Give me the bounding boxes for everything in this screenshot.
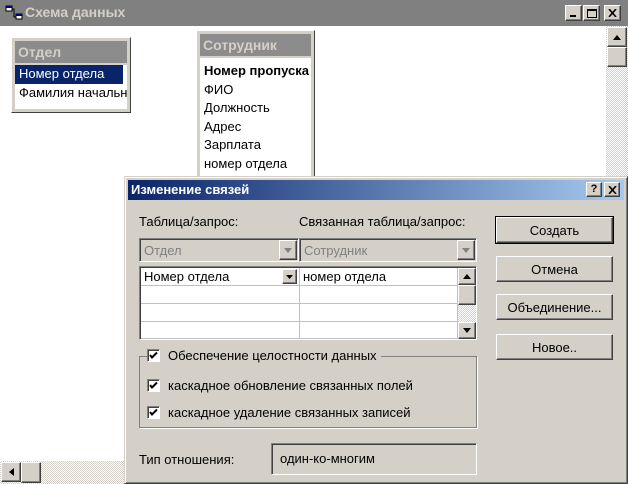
relation-type-value: один-ко-многим <box>280 451 375 466</box>
field-item[interactable]: Зарплата <box>200 136 311 155</box>
minimize-button[interactable] <box>565 5 582 21</box>
grid-scrollbar[interactable] <box>458 268 476 339</box>
field-item[interactable]: Номер отдела <box>15 65 123 84</box>
relation-type-label: Тип отношения: <box>139 452 235 467</box>
grid-cell-related[interactable] <box>300 286 458 304</box>
cascade-delete-checkbox[interactable] <box>147 406 160 419</box>
table-window-department[interactable]: Отдел Номер отдела Фамилия начальника <box>11 37 131 113</box>
field-list[interactable]: Номер пропуска ФИО Должность Адрес Зарпл… <box>200 58 311 176</box>
help-icon: ? <box>590 183 598 195</box>
arrow-down-icon <box>463 328 471 333</box>
cancel-button[interactable]: Отмена <box>496 256 613 282</box>
cancel-button-label: Отмена <box>531 261 578 277</box>
new-button-label: Новое.. <box>531 339 578 355</box>
join-type-button[interactable]: Объединение... <box>496 294 613 320</box>
related-combo-value: Сотрудник <box>304 243 368 258</box>
checkmark-icon <box>149 408 158 416</box>
close-button[interactable] <box>604 5 621 21</box>
minimize-icon <box>569 15 576 17</box>
dialog-title-bar[interactable]: Изменение связей ? <box>128 180 624 200</box>
grid-cell-primary[interactable] <box>141 322 300 339</box>
field-mapping-grid[interactable]: Номер отдела номер отдела <box>139 266 477 340</box>
cascade-update-checkbox[interactable] <box>147 379 160 392</box>
create-button[interactable]: Создать <box>495 216 614 244</box>
arrow-left-icon <box>8 468 14 476</box>
table-window-title[interactable]: Сотрудник <box>200 34 311 56</box>
integrity-label: Обеспечение целостности данных <box>168 348 377 363</box>
chevron-down-icon <box>286 274 293 279</box>
cascade-delete-checkbox-row[interactable]: каскадное удаление связанных записей <box>147 405 411 420</box>
integrity-checkbox[interactable] <box>147 349 160 362</box>
scroll-left-button[interactable] <box>1 462 21 482</box>
main-window-title: Схема данных <box>25 4 126 20</box>
arrow-up-icon <box>613 34 621 40</box>
cascade-update-label: каскадное обновление связанных полей <box>168 378 413 393</box>
field-item[interactable]: Должность <box>200 99 311 118</box>
horizontal-scroll-thumb[interactable] <box>21 462 41 483</box>
edit-relationships-dialog[interactable]: Изменение связей ? Таблица/запрос: Связа… <box>124 176 628 484</box>
maximize-icon <box>586 8 597 18</box>
field-list[interactable]: Номер отдела Фамилия начальника <box>15 65 127 109</box>
grid-cell-related[interactable]: номер отдела <box>300 268 458 286</box>
grid-cell-primary[interactable] <box>141 286 300 304</box>
field-item[interactable]: ФИО <box>200 81 311 100</box>
cascade-delete-label: каскадное удаление связанных записей <box>168 405 411 420</box>
close-icon <box>608 9 617 17</box>
table-window-title[interactable]: Отдел <box>15 41 127 63</box>
field-item[interactable]: Адрес <box>200 118 311 137</box>
scroll-up-button[interactable] <box>607 27 627 47</box>
dialog-title: Изменение связей <box>131 182 250 197</box>
close-icon <box>607 185 617 194</box>
vertical-scroll-thumb[interactable] <box>607 47 627 67</box>
table-combo: Отдел <box>139 238 299 262</box>
grid-scroll-down-button[interactable] <box>458 322 476 339</box>
maximize-button[interactable] <box>583 5 600 21</box>
field-item[interactable]: номер отдела <box>200 155 311 174</box>
related-table-label: Связанная таблица/запрос: <box>299 214 466 229</box>
chevron-down-icon <box>457 240 475 260</box>
relation-type-field: один-ко-многим <box>271 443 477 475</box>
checkmark-icon <box>149 351 158 359</box>
field-item[interactable]: Фамилия начальника <box>15 84 127 103</box>
grid-cell-related[interactable] <box>300 304 458 322</box>
create-button-label: Создать <box>529 222 580 238</box>
grid-cell-related[interactable] <box>300 322 458 339</box>
dialog-close-button[interactable] <box>604 182 620 197</box>
help-button[interactable]: ? <box>586 182 602 197</box>
table-combo-value: Отдел <box>144 243 182 258</box>
grid-cell-text: номер отдела <box>303 269 387 284</box>
relationships-icon <box>5 5 23 20</box>
join-button-label: Объединение... <box>507 299 602 315</box>
main-window-title-bar[interactable]: Схема данных <box>0 0 628 26</box>
grid-scroll-up-button[interactable] <box>458 268 476 285</box>
field-item[interactable]: Номер пропуска <box>200 62 311 81</box>
grid-scroll-thumb[interactable] <box>458 285 476 305</box>
checkmark-icon <box>149 381 158 389</box>
table-window-employee[interactable]: Сотрудник Номер пропуска ФИО Должность А… <box>196 30 315 180</box>
related-table-combo: Сотрудник <box>299 238 477 262</box>
create-new-button[interactable]: Новое.. <box>496 334 613 360</box>
integrity-checkbox-row[interactable]: Обеспечение целостности данных <box>147 348 381 363</box>
arrow-up-icon <box>463 274 471 279</box>
table-query-label: Таблица/запрос: <box>139 214 239 229</box>
grid-cell-text: Номер отдела <box>144 269 230 284</box>
chevron-down-icon <box>279 240 297 260</box>
grid-cell-primary[interactable] <box>141 304 300 322</box>
grid-cell-primary[interactable]: Номер отдела <box>141 268 300 286</box>
cascade-update-checkbox-row[interactable]: каскадное обновление связанных полей <box>147 378 413 393</box>
grid-dropdown-button[interactable] <box>282 269 297 284</box>
